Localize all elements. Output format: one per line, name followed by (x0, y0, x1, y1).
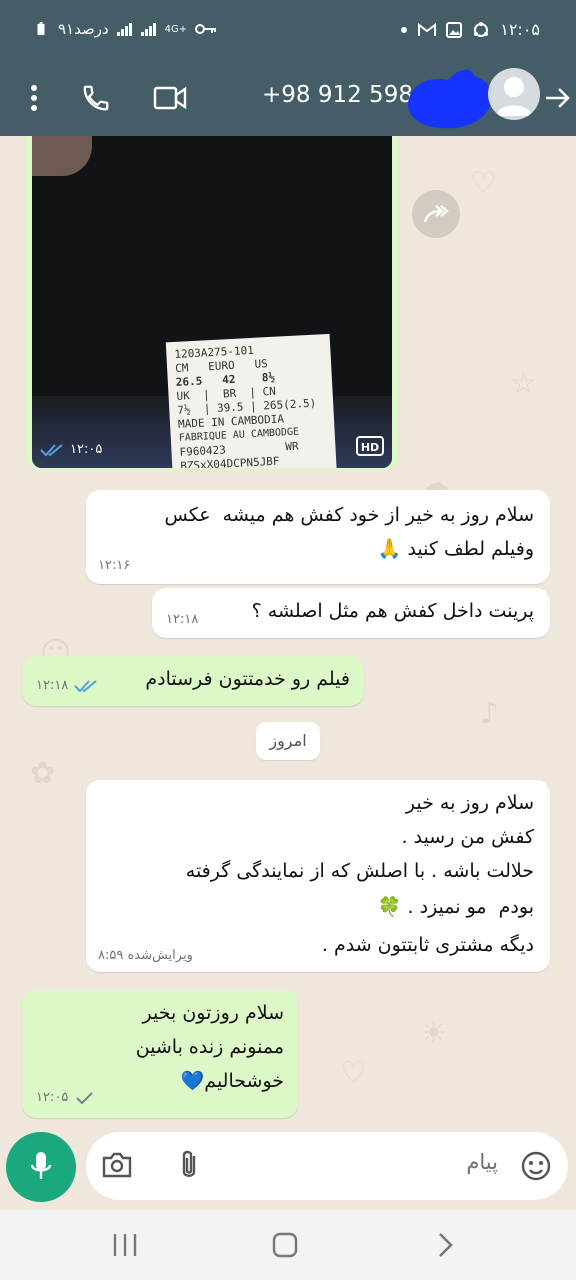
phone-icon (83, 85, 109, 111)
message-time: ۱۲:۱۸ (36, 678, 69, 693)
person-icon (496, 77, 532, 116)
contact-avatar[interactable] (488, 68, 540, 120)
call-button[interactable] (76, 78, 116, 118)
date-chip: امروز (256, 722, 320, 760)
outgoing-message[interactable]: فیلم رو خدمتتون فرستادم ۱۲:۱۸ (22, 656, 364, 706)
doodle-sun-icon: ☀ (420, 1016, 447, 1051)
status-right: ۱۲:۰۵ (400, 20, 540, 39)
hd-badge: HD (356, 436, 384, 456)
recents-icon (113, 1234, 137, 1256)
vpn-key-icon (195, 24, 217, 34)
doodle-heart-icon: ♡ (470, 166, 497, 201)
m0-meta: ۱۲:۰۵ (40, 442, 102, 457)
message-line: کفش من رسید . (401, 826, 534, 848)
message-meta: ۱۲:۱۸ (36, 678, 98, 693)
mic-button[interactable] (6, 1132, 76, 1202)
shoe-label-photo[interactable]: 1203A275-101 CM EURO US 26.5 42 8½ UK | … (32, 136, 392, 468)
forward-icon (423, 205, 449, 223)
emoji-button[interactable] (520, 1150, 552, 1182)
doodle-star-icon: ☆ (510, 366, 537, 401)
message-line: بودم مو نمیزد . 🍀 (377, 896, 534, 918)
back-nav-button[interactable] (432, 1230, 458, 1260)
image-message[interactable]: 1203A275-101 CM EURO US 26.5 42 8½ UK | … (26, 136, 398, 470)
message-time: ویرایش‌شده ۸:۵۹ (98, 948, 193, 963)
video-call-button[interactable] (150, 78, 190, 118)
read-ticks-icon (40, 443, 63, 456)
status-bar: ۹۱درصد 4G+ ۱۲:۰۵ (0, 0, 576, 60)
incoming-message[interactable]: پرینت داخل کفش هم مثل اصلشه ؟ ۱۲:۱۸ (152, 588, 550, 638)
sent-tick-icon (76, 1091, 94, 1104)
message-line: پرینت داخل کفش هم مثل اصلشه ؟ (251, 600, 534, 622)
message-placeholder: پیام (466, 1150, 498, 1174)
message-line: سلام روزتون بخیر (142, 1002, 284, 1024)
forward-button[interactable] (412, 190, 460, 238)
doodle-heart2-icon: ♡ (340, 1056, 367, 1091)
message-time: ۱۲:۱۶ (98, 558, 131, 573)
doodle-flower-icon: ✿ (30, 756, 56, 791)
status-time: ۱۲:۰۵ (500, 20, 540, 39)
camera-button[interactable] (100, 1148, 134, 1182)
camera-icon (102, 1152, 132, 1178)
attach-button[interactable] (174, 1148, 204, 1182)
message-line: دیگه مشتری ثابتتون شدم . (321, 934, 534, 956)
outgoing-message[interactable]: سلام روزتون بخیر ممنونم زنده باشین خوشحا… (22, 990, 298, 1118)
message-time: ۱۲:۰۵ (36, 1090, 69, 1105)
read-ticks-icon (74, 679, 97, 692)
menu-button[interactable] (14, 78, 54, 118)
status-left: ۹۱درصد 4G+ (32, 20, 217, 38)
message-line: حلالت باشه . با اصلش که از نمایندگی گرفت… (185, 860, 534, 882)
battery-percent: ۹۱درصد (58, 20, 109, 38)
signal-icon-2 (140, 23, 156, 36)
message-line: خوشحالیم💙 (180, 1070, 284, 1092)
signal-icon (116, 23, 132, 36)
message-line: سلام روز به خیر از خود کفش هم میشه عکس (164, 504, 535, 526)
message-line: وفیلم لطف کنید 🙏 (377, 538, 534, 560)
message-input[interactable]: پیام (86, 1132, 568, 1200)
message-line: ممنونم زنده باشین (135, 1036, 284, 1058)
incoming-message[interactable]: سلام روز به خیر از خود کفش هم میشه عکس و… (86, 490, 550, 584)
more-vert-icon (31, 85, 37, 111)
chevron-right-icon (439, 1233, 453, 1257)
arrow-forward-icon (546, 88, 570, 108)
network-type: 4G+ (164, 23, 188, 35)
system-nav-bar (0, 1210, 576, 1280)
home-icon (272, 1232, 298, 1258)
back-button[interactable] (538, 78, 576, 118)
message-meta: ۱۲:۰۵ (36, 1090, 94, 1105)
message-time: ۱۲:۱۸ (166, 612, 199, 627)
video-camera-icon (153, 86, 187, 110)
contact-name[interactable]: +98 912 598 (262, 78, 413, 112)
photo-finger (32, 136, 92, 176)
doodle-note-icon: ♪ (480, 696, 500, 731)
emoji-icon (521, 1151, 551, 1181)
recents-button[interactable] (110, 1232, 140, 1258)
size-label: 1203A275-101 CM EURO US 26.5 42 8½ UK | … (165, 333, 339, 468)
mic-icon (30, 1152, 52, 1179)
gallery-icon (446, 21, 463, 38)
message-time: ۱۲:۰۵ (70, 442, 103, 457)
home-button[interactable] (270, 1230, 300, 1260)
dot-icon (401, 26, 408, 33)
gmail-icon (418, 22, 437, 36)
sync-icon (474, 21, 489, 37)
redaction-scribble (407, 69, 493, 129)
paperclip-icon (182, 1150, 196, 1177)
incoming-message[interactable]: سلام روز به خیر کفش من رسید . حلالت باشه… (86, 780, 550, 972)
message-line: فیلم رو خدمتتون فرستادم (145, 668, 350, 690)
battery-icon (37, 22, 45, 36)
message-line: سلام روز به خیر (405, 792, 534, 814)
